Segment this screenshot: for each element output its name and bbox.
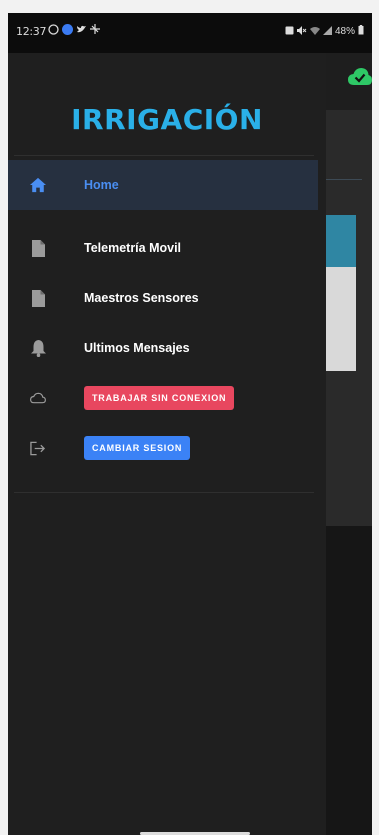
- bell-icon: [30, 339, 46, 357]
- background-divider: [326, 179, 362, 180]
- nfc-icon: [285, 26, 294, 38]
- app-notification-icon: [90, 24, 100, 38]
- drawer-item-label: Maestros Sensores: [84, 291, 199, 305]
- drawer-item-maestros-sensores[interactable]: Maestros Sensores: [8, 273, 318, 323]
- file-icon: [30, 239, 46, 257]
- drawer-item-telemetria-movil[interactable]: Telemetría Movil: [8, 223, 318, 273]
- background-content-panel: [326, 267, 356, 371]
- mute-icon: [296, 25, 307, 38]
- drawer-divider-top: [14, 155, 314, 156]
- drawer-item-label: Ultimos Mensajes: [84, 341, 190, 355]
- cloud-icon: [30, 389, 46, 407]
- home-icon: [30, 176, 46, 194]
- system-icons: 48%: [285, 25, 364, 38]
- change-session-button[interactable]: CAMBIAR SESION: [84, 436, 191, 460]
- status-time: 12:37: [16, 25, 47, 38]
- file-icon: [30, 289, 46, 307]
- app-logo: IRRIGACIÓN: [71, 103, 263, 136]
- signal-icon: [322, 25, 332, 38]
- drawer-item-home[interactable]: Home: [8, 160, 318, 210]
- background-header-bar: [326, 215, 356, 267]
- work-offline-button[interactable]: TRABAJAR SIN CONEXION: [84, 386, 235, 410]
- drawer-item-label: Telemetría Movil: [84, 241, 182, 255]
- logout-icon: [30, 439, 46, 457]
- drawer-divider-bottom: [14, 492, 314, 493]
- drawer-row-offline: TRABAJAR SIN CONEXION: [8, 373, 318, 423]
- whatsapp-icon: [48, 24, 59, 38]
- drawer-row-session: CAMBIAR SESION: [8, 423, 318, 473]
- messenger-icon: [62, 24, 73, 38]
- drawer-item-label: Home: [84, 178, 119, 192]
- status-bar: 12:37 48%: [8, 13, 372, 53]
- battery-icon: [358, 25, 364, 38]
- cloud-sync-ok-icon[interactable]: [348, 68, 372, 86]
- drawer-item-ultimos-mensajes[interactable]: Ultimos Mensajes: [8, 323, 318, 373]
- wifi-icon: [309, 26, 320, 38]
- notification-icons: [48, 24, 100, 38]
- phone-screen: 12:37 48% IRRIGACIÓN Home Telemetría Mov…: [8, 13, 372, 835]
- battery-level: 48%: [334, 26, 355, 37]
- navigation-drawer: IRRIGACIÓN Home Telemetría Movil Maestro…: [8, 53, 326, 835]
- twitter-icon: [76, 24, 87, 38]
